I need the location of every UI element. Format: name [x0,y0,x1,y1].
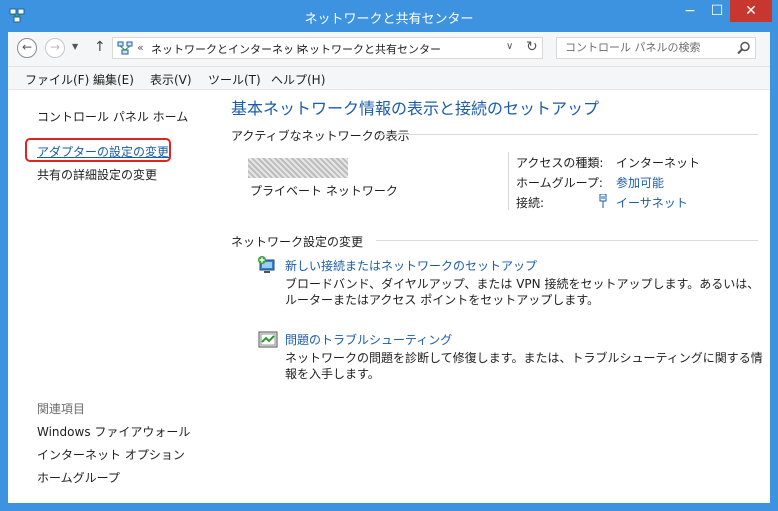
section-divider [376,240,758,241]
setup-new-connection-description: ブロードバンド、ダイヤルアップ、または VPN 接続をセットアップします。あるい… [285,277,760,307]
related-items-heading: 関連項目 [37,402,86,416]
vertical-divider [508,152,509,210]
section-divider [376,134,758,135]
maximize-button[interactable]: ☐ [704,0,730,22]
forward-button[interactable]: → [45,38,65,58]
homegroup-join-link[interactable]: 参加可能 [616,174,664,191]
connections-label: 接続: [516,196,545,210]
breadcrumb-network-center[interactable]: ネットワークと共有センター [298,41,441,57]
page-title: 基本ネットワーク情報の表示と接続のセットアップ [231,99,600,118]
control-panel-home-link[interactable]: コントロール パネル ホーム [37,108,188,125]
ethernet-connection-link[interactable]: イーサネット [616,194,688,211]
menu-file[interactable]: ファイル(F) [25,71,89,88]
active-networks-heading: アクティブなネットワークの表示 [231,129,410,143]
address-toolbar: ← → ▼ ↑ « ネットワークとインターネット › ネットワークと共有センター… [8,32,770,67]
troubleshoot-problems-link[interactable]: 問題のトラブルシューティング [285,331,452,348]
new-connection-icon [258,256,275,273]
access-type-label: アクセスの種類: [516,156,604,170]
advanced-sharing-settings-link[interactable]: 共有の詳細設定の変更 [37,166,157,183]
homegroup-link[interactable]: ホームグループ [37,469,120,486]
access-type-value: インターネット [616,156,701,170]
search-box[interactable] [556,37,756,59]
up-button[interactable]: ↑ [94,39,106,55]
change-adapter-settings-link[interactable]: アダプターの設定の変更 [37,143,169,160]
client-area: ← → ▼ ↑ « ネットワークとインターネット › ネットワークと共有センター… [8,32,770,503]
search-input[interactable] [563,40,727,55]
recent-locations-button[interactable]: ▼ [72,42,78,51]
main-content: 基本ネットワーク情報の表示と接続のセットアップ アクティブなネットワークの表示 … [208,90,770,503]
menu-help[interactable]: ヘルプ(H) [271,71,325,88]
change-settings-heading: ネットワーク設定の変更 [231,235,364,249]
window-border [0,503,778,511]
setup-new-connection-link[interactable]: 新しい接続またはネットワークのセットアップ [285,257,537,274]
menu-bar: ファイル(F) 編集(E) 表示(V) ツール(T) ヘルプ(H) [8,67,770,90]
troubleshoot-problems-description: ネットワークの問題を診断して修復します。または、トラブルシューティングに関する情… [285,351,763,381]
menu-edit[interactable]: 編集(E) [93,71,134,88]
network-name-redacted [248,158,348,178]
refresh-icon[interactable]: ↻ [526,39,538,55]
title-bar[interactable]: ネットワークと共有センター − ☐ ✕ [0,0,778,32]
window-title: ネットワークと共有センター [304,12,474,27]
breadcrumb-overflow[interactable]: « [137,41,144,54]
ethernet-icon[interactable] [598,194,608,208]
back-button[interactable]: ← [17,38,37,58]
homegroup-label: ホームグループ: [516,176,603,190]
breadcrumb-network-internet[interactable]: ネットワークとインターネット [151,41,305,57]
menu-tools[interactable]: ツール(T) [208,71,261,88]
left-navigation-pane: コントロール パネル ホーム アダプターの設定の変更 共有の詳細設定の変更 関連… [8,90,208,503]
address-dropdown-icon[interactable]: ∨ [506,41,513,52]
minimize-button[interactable]: − [676,0,704,22]
address-bar[interactable]: « ネットワークとインターネット › ネットワークと共有センター ∨ ↻ [112,37,543,59]
network-category: プライベート ネットワーク [250,184,398,198]
breadcrumb-separator[interactable]: › [285,41,289,54]
windows-firewall-link[interactable]: Windows ファイアウォール [37,423,190,440]
window: ネットワークと共有センター − ☐ ✕ ← → ▼ ↑ « ネットワークとインタ… [0,0,778,511]
internet-options-link[interactable]: インターネット オプション [37,446,185,463]
close-button[interactable]: ✕ [730,0,772,22]
search-icon[interactable] [737,41,751,55]
troubleshoot-icon [258,331,278,348]
menu-view[interactable]: 表示(V) [150,71,192,88]
network-center-icon [117,41,133,55]
